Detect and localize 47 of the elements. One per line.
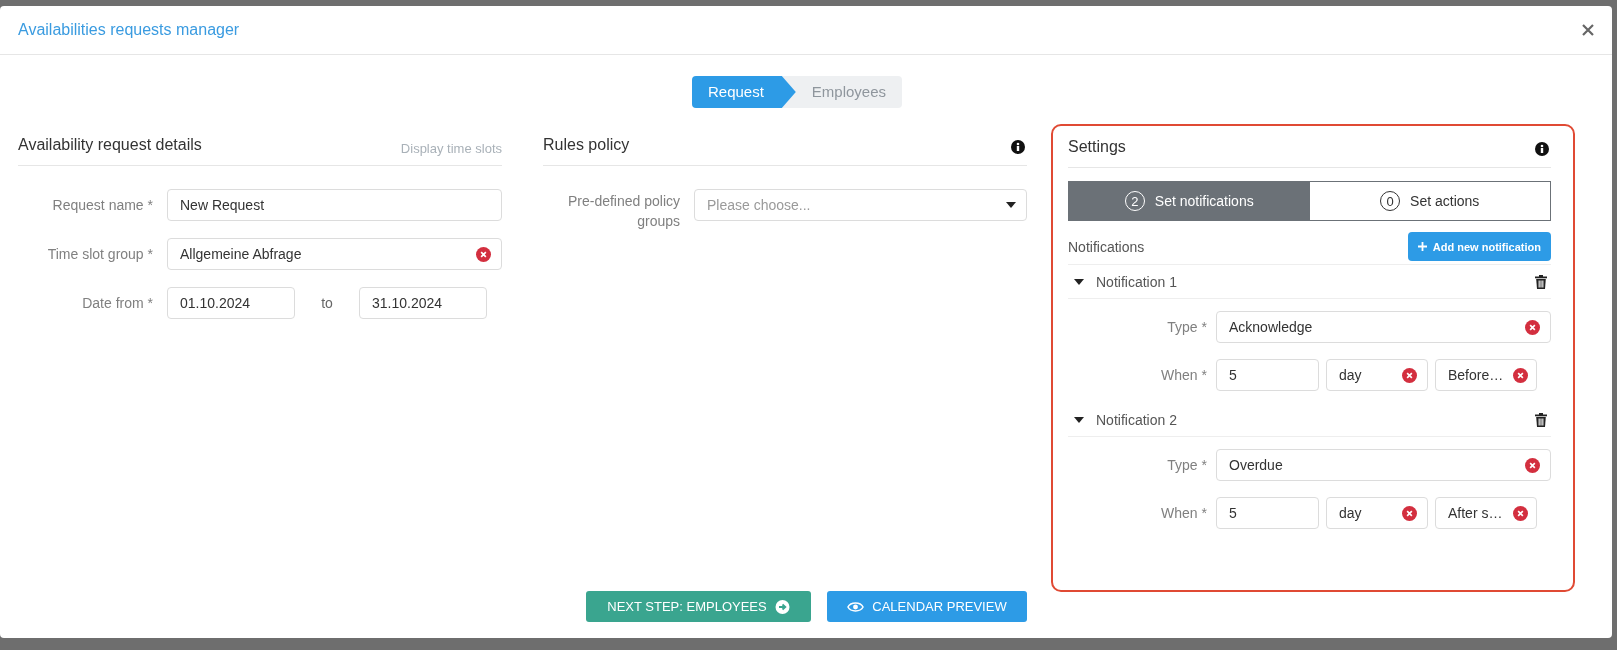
- info-icon[interactable]: [1011, 140, 1025, 154]
- caret-icon[interactable]: [1074, 416, 1084, 423]
- field-label: When *: [1160, 367, 1207, 383]
- amount-field[interactable]: 5: [1216, 359, 1319, 391]
- section-heading: Availability request details: [18, 136, 202, 155]
- type-field[interactable]: Overdue: [1216, 449, 1551, 481]
- trash-icon[interactable]: [1535, 274, 1547, 289]
- caret-icon[interactable]: [1074, 278, 1084, 285]
- eye-icon: [847, 600, 865, 613]
- close-icon[interactable]: [1582, 24, 1594, 36]
- unit-field[interactable]: day: [1326, 497, 1428, 529]
- field-label: Pre-defined policy groups: [566, 192, 680, 231]
- section-heading: Rules policy: [543, 136, 630, 155]
- plus-icon: [1417, 242, 1427, 251]
- notifications-label: Notifications: [1068, 238, 1145, 255]
- clear-icon[interactable]: [1525, 457, 1540, 473]
- relation-field[interactable]: Before…: [1435, 359, 1537, 391]
- notification-title[interactable]: Notification 2: [1096, 411, 1535, 428]
- notification-title[interactable]: Notification 1: [1096, 273, 1535, 290]
- field-label: When *: [1160, 505, 1207, 521]
- dropdown-caret-icon: [1006, 202, 1016, 208]
- field-label: Type *: [1166, 457, 1207, 473]
- relation-field[interactable]: After s…: [1435, 497, 1537, 529]
- section-heading: Settings: [1068, 138, 1126, 157]
- range-separator: to: [320, 295, 334, 311]
- info-icon[interactable]: [1535, 142, 1549, 156]
- clear-icon[interactable]: [1513, 505, 1528, 521]
- type-field[interactable]: Acknowledge: [1216, 311, 1551, 343]
- clear-icon[interactable]: [476, 246, 491, 262]
- input-field[interactable]: New Request: [167, 189, 502, 221]
- settings-tab[interactable]: 2 Set notifications: [1069, 182, 1310, 220]
- trash-icon[interactable]: [1535, 412, 1547, 427]
- dialog-title: Availabilities requests manager: [18, 21, 240, 39]
- field-label: Request name *: [51, 197, 153, 213]
- date-field[interactable]: 31.10.2024: [359, 287, 487, 319]
- field-label: Date from *: [81, 295, 153, 311]
- amount-field[interactable]: 5: [1216, 497, 1319, 529]
- arrow-circle-icon: [774, 599, 790, 614]
- clear-icon[interactable]: [1402, 505, 1417, 521]
- date-field[interactable]: 01.10.2024: [167, 287, 295, 319]
- input-field[interactable]: Allgemeine Abfrage: [167, 238, 502, 270]
- clear-icon[interactable]: [1525, 319, 1540, 335]
- field-label: Type *: [1166, 319, 1207, 335]
- field-label: Time slot group *: [46, 246, 153, 262]
- clear-icon[interactable]: [1513, 367, 1528, 383]
- clear-icon[interactable]: [1402, 367, 1417, 383]
- unit-field[interactable]: day: [1326, 359, 1428, 391]
